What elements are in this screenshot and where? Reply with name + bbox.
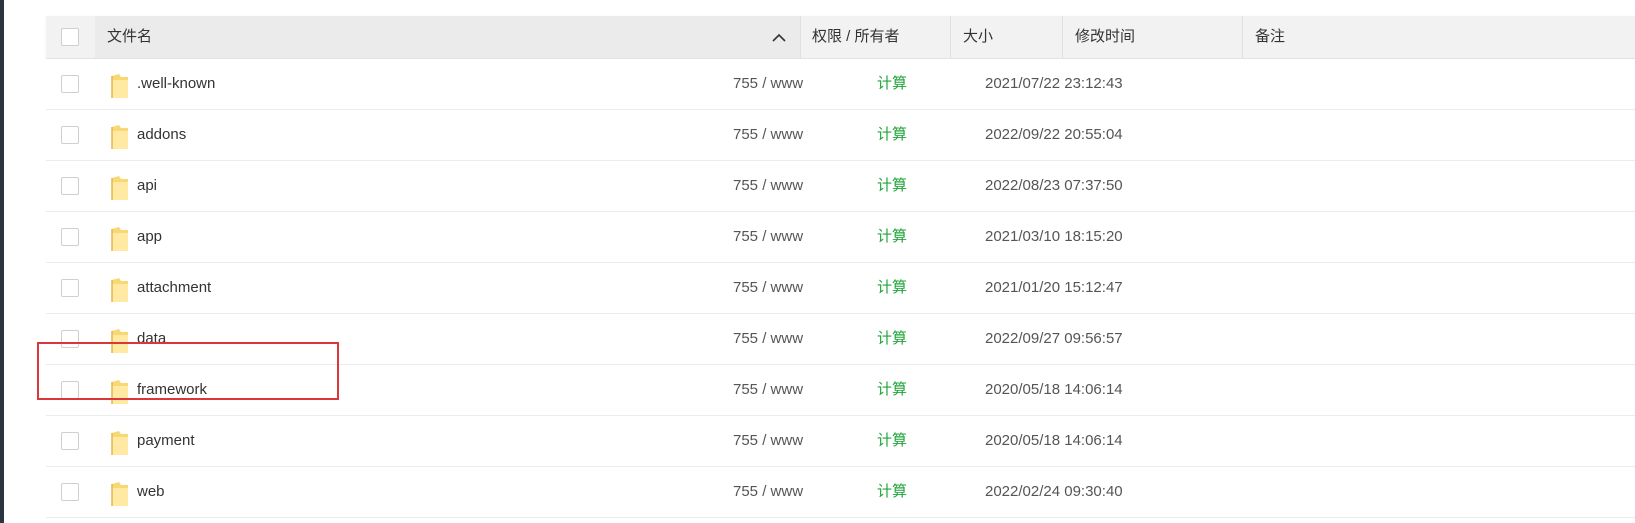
calculate-size-link[interactable]: 计算 <box>877 59 907 109</box>
calculate-size-link[interactable]: 计算 <box>877 314 907 364</box>
calculate-size-link[interactable]: 计算 <box>877 365 907 415</box>
folder-icon <box>111 431 128 455</box>
row-checkbox[interactable] <box>61 228 79 246</box>
modified-time: 2021/01/20 15:12:47 <box>985 279 1123 296</box>
calculate-size-link[interactable]: 计算 <box>877 110 907 160</box>
file-name-link[interactable]: .well-known <box>137 59 215 109</box>
row-checkbox[interactable] <box>61 177 79 195</box>
select-all-checkbox[interactable] <box>61 28 79 46</box>
modified-time: 2020/05/18 14:06:14 <box>985 432 1123 449</box>
folder-icon <box>111 74 128 98</box>
modified-time: 2022/02/24 09:30:40 <box>985 483 1123 500</box>
folder-icon <box>111 278 128 302</box>
row-checkbox[interactable] <box>61 126 79 144</box>
file-name-link[interactable]: app <box>137 212 162 262</box>
calculate-size-link[interactable]: 计算 <box>877 212 907 262</box>
highlight-box <box>37 342 339 400</box>
modified-time: 2022/09/27 09:56:57 <box>985 330 1123 347</box>
table-row[interactable]: app 755 / www 计算 2021/03/10 18:15:20 <box>46 212 1635 263</box>
column-header-name[interactable]: 文件名 <box>95 16 801 58</box>
folder-icon <box>111 227 128 251</box>
modified-time: 2021/03/10 18:15:20 <box>985 228 1123 245</box>
permission-owner[interactable]: 755 / www <box>733 59 803 109</box>
permission-owner[interactable]: 755 / www <box>733 161 803 211</box>
column-header-name-label: 文件名 <box>107 28 153 45</box>
row-checkbox[interactable] <box>61 483 79 501</box>
file-name-link[interactable]: web <box>137 467 165 517</box>
file-name-link[interactable]: api <box>137 161 157 211</box>
permission-owner[interactable]: 755 / www <box>733 467 803 517</box>
calculate-size-link[interactable]: 计算 <box>877 161 907 211</box>
table-row[interactable]: addons 755 / www 计算 2022/09/22 20:55:04 <box>46 110 1635 161</box>
file-name-link[interactable]: payment <box>137 416 195 466</box>
permission-owner[interactable]: 755 / www <box>733 365 803 415</box>
modified-time: 2020/05/18 14:06:14 <box>985 381 1123 398</box>
permission-owner[interactable]: 755 / www <box>733 314 803 364</box>
calculate-size-link[interactable]: 计算 <box>877 467 907 517</box>
permission-owner[interactable]: 755 / www <box>733 416 803 466</box>
folder-icon <box>111 176 128 200</box>
column-header-size[interactable]: 大小 <box>951 16 1063 58</box>
row-checkbox[interactable] <box>61 75 79 93</box>
table-row[interactable]: payment 755 / www 计算 2020/05/18 14:06:14 <box>46 416 1635 467</box>
column-header-permission-label: 权限 / 所有者 <box>812 28 900 45</box>
folder-icon <box>111 125 128 149</box>
column-header-modified-time[interactable]: 修改时间 <box>1063 16 1243 58</box>
row-checkbox[interactable] <box>61 432 79 450</box>
column-header-modified-time-label: 修改时间 <box>1075 28 1136 45</box>
modified-time: 2022/09/22 20:55:04 <box>985 126 1123 143</box>
permission-owner[interactable]: 755 / www <box>733 110 803 160</box>
file-name-link[interactable]: attachment <box>137 263 211 313</box>
column-header-note[interactable]: 备注 <box>1243 16 1635 58</box>
column-header-permission[interactable]: 权限 / 所有者 <box>801 16 951 58</box>
row-checkbox[interactable] <box>61 279 79 297</box>
file-table: 文件名 权限 / 所有者 大小 修改时间 备注 .well-known 755 … <box>46 16 1635 518</box>
column-header-note-label: 备注 <box>1255 28 1286 45</box>
file-name-link[interactable]: addons <box>137 110 186 160</box>
table-row[interactable]: web 755 / www 计算 2022/02/24 09:30:40 <box>46 467 1635 518</box>
modified-time: 2021/07/22 23:12:43 <box>985 75 1123 92</box>
calculate-size-link[interactable]: 计算 <box>877 416 907 466</box>
table-row[interactable]: api 755 / www 计算 2022/08/23 07:37:50 <box>46 161 1635 212</box>
table-row[interactable]: .well-known 755 / www 计算 2021/07/22 23:1… <box>46 59 1635 110</box>
table-header: 文件名 权限 / 所有者 大小 修改时间 备注 <box>46 16 1635 59</box>
permission-owner[interactable]: 755 / www <box>733 263 803 313</box>
modified-time: 2022/08/23 07:37:50 <box>985 177 1123 194</box>
column-header-size-label: 大小 <box>963 28 994 45</box>
permission-owner[interactable]: 755 / www <box>733 212 803 262</box>
table-row[interactable]: attachment 755 / www 计算 2021/01/20 15:12… <box>46 263 1635 314</box>
chevron-up-icon[interactable] <box>772 33 786 42</box>
folder-icon <box>111 482 128 506</box>
window-edge <box>0 0 4 523</box>
calculate-size-link[interactable]: 计算 <box>877 263 907 313</box>
